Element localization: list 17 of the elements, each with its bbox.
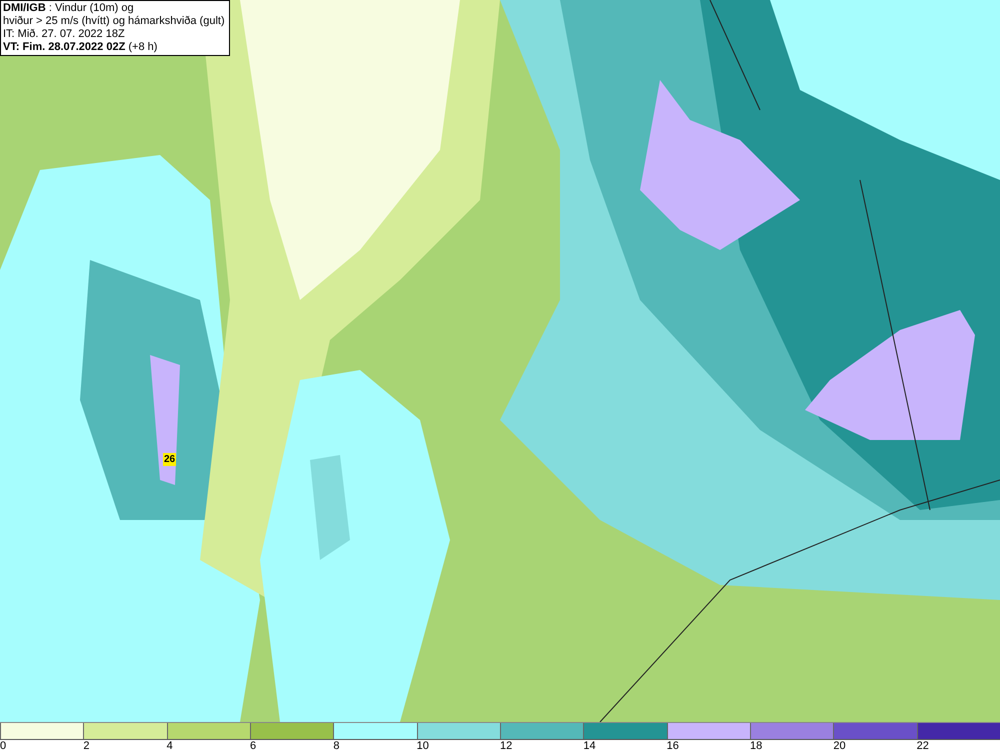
title-line: DMI/IGB : Vindur (10m) og xyxy=(3,2,135,15)
gust-label: 26 xyxy=(163,453,176,466)
legend-tick: 20 xyxy=(833,740,847,753)
legend-tick: 22 xyxy=(916,740,930,753)
legend-tick: 18 xyxy=(750,740,764,753)
legend-tick: 6 xyxy=(250,740,258,753)
title-line: VT: Fim. 28.07.2022 02Z (+8 h) xyxy=(3,41,158,54)
legend-tick: 0 xyxy=(0,740,8,753)
legend-tick: 12 xyxy=(500,740,514,753)
title-line: hviður > 25 m/s (hvítt) og hámarkshviða (gult) xyxy=(3,15,225,28)
legend-tick: 16 xyxy=(666,740,680,753)
legend-tick: 2 xyxy=(83,740,90,753)
legend-tick: 14 xyxy=(583,740,597,753)
legend-tick: 10 xyxy=(416,740,430,753)
legend-tick: 8 xyxy=(333,740,340,753)
legend-tick: 4 xyxy=(166,740,174,753)
title-line: IT: Mið. 27. 07. 2022 18Z xyxy=(3,28,126,41)
